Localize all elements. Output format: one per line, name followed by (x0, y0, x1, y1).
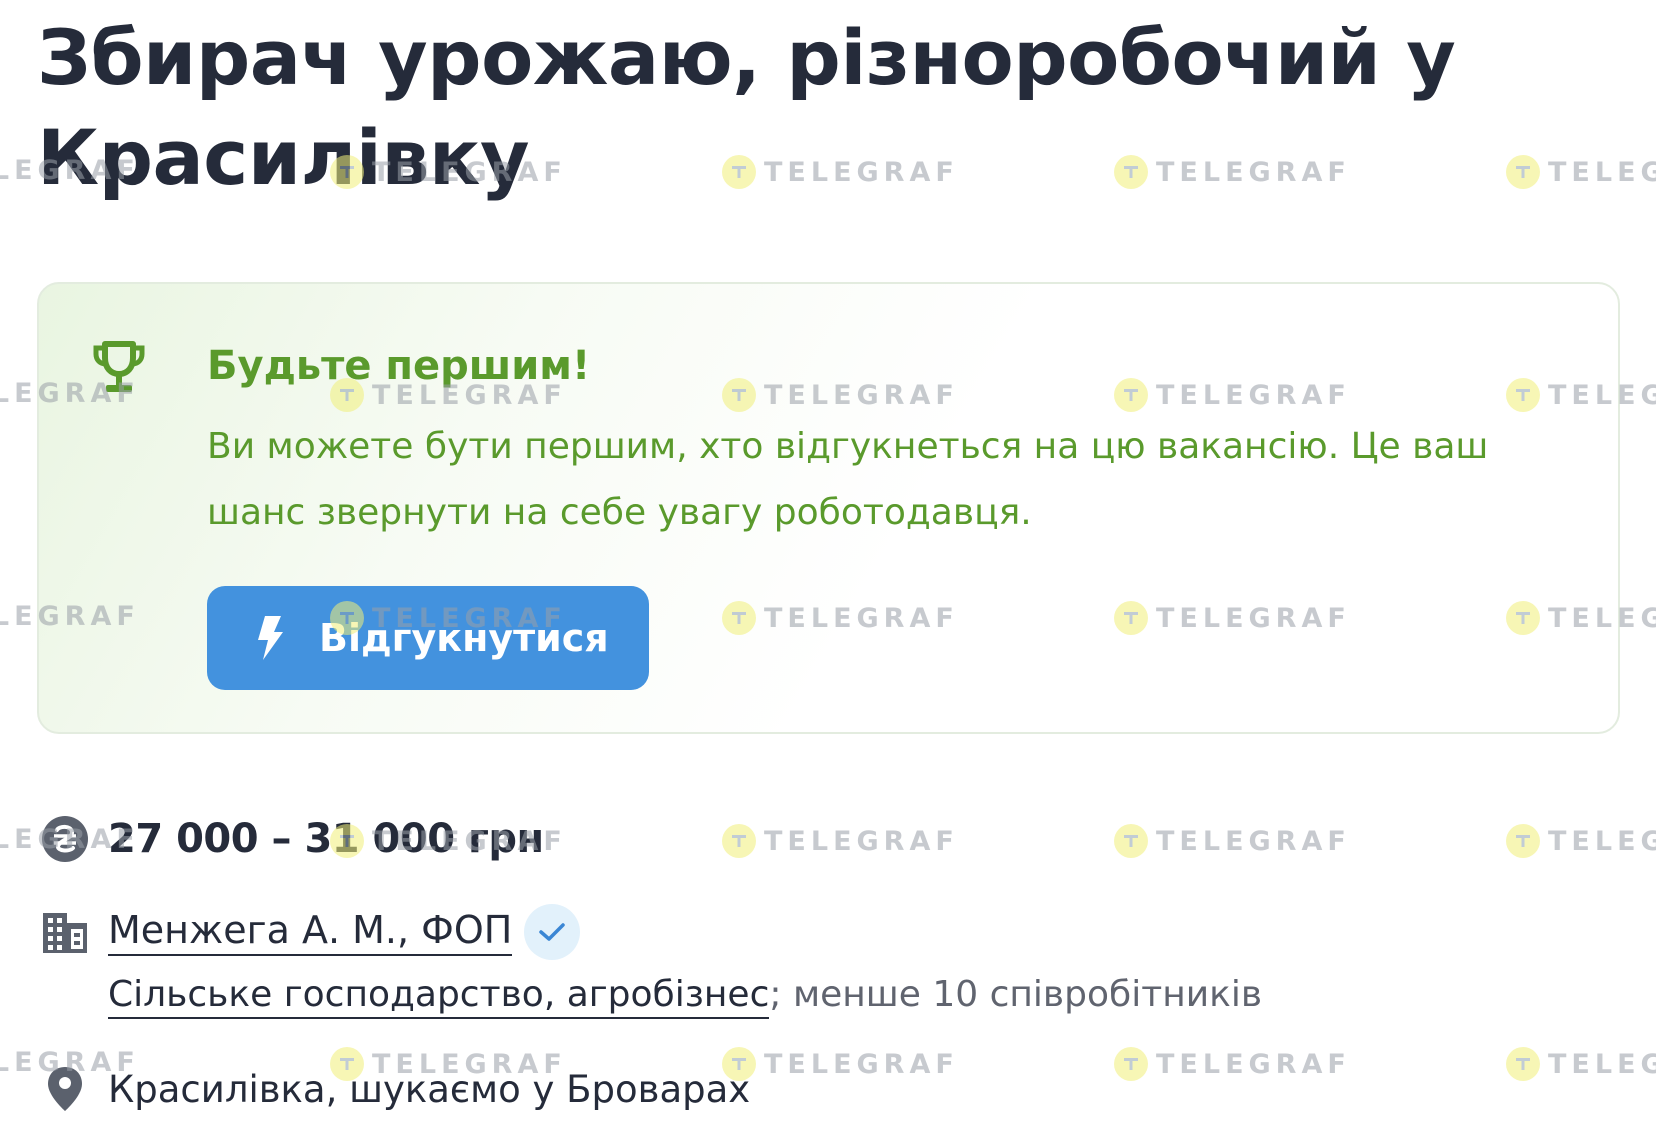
telegraf-watermark: TELEGRAF (1114, 1047, 1351, 1081)
industry-link[interactable]: Сільське господарство, агробізнес (108, 974, 770, 1019)
hryvnia-icon (42, 816, 88, 862)
be-first-text: Ви можете бути першим, хто відгукнеться … (207, 426, 1489, 533)
telegraf-watermark-text: TELEGRAF (764, 825, 959, 857)
vacancy-page: Збирач урожаю, різноробочий у Красилівку… (0, 0, 1656, 1122)
telegraf-watermark-text: TELEGRAF (1548, 825, 1656, 857)
telegraf-watermark: TELEGRAF (1506, 155, 1656, 189)
building-icon (43, 913, 87, 953)
salary-row: 27 000 – 31 000 грн (40, 814, 544, 864)
be-first-card: Будьте першим! Ви можете бути першим, хт… (37, 282, 1620, 734)
company-link[interactable]: Менжега А. М., ФОП (108, 908, 513, 956)
company-row: Менжега А. М., ФОП (40, 904, 581, 960)
telegraf-watermark: TELEGRAF (1114, 824, 1351, 858)
telegraf-logo-icon (1506, 824, 1540, 858)
checkmark-icon (539, 923, 566, 941)
salary-value: 27 000 – 31 000 грн (108, 816, 544, 862)
telegraf-watermark: TELEGRAF (1506, 824, 1656, 858)
lightning-icon (258, 616, 283, 660)
location-value: Красилівка, шукаємо у Броварах (108, 1067, 751, 1111)
industry-line: Сільське господарство, агробізнес; менше… (108, 974, 1263, 1019)
telegraf-logo-icon (1114, 1047, 1148, 1081)
telegraf-logo-icon (1114, 824, 1148, 858)
location-pin-icon (48, 1067, 82, 1111)
telegraf-watermark: TELEGRAF (1506, 1047, 1656, 1081)
telegraf-logo-icon (722, 824, 756, 858)
telegraf-watermark-text: TELEGRAF (1156, 825, 1351, 857)
be-first-heading: Будьте першим! (207, 343, 591, 389)
location-row: Красилівка, шукаємо у Броварах (40, 1064, 750, 1114)
verified-badge (524, 904, 581, 960)
telegraf-watermark: TELEGRAF (722, 824, 959, 858)
telegraf-watermark-text: TELEGRAF (764, 1048, 959, 1080)
telegraf-watermark-text: TELEGRAF (1548, 156, 1656, 188)
apply-button[interactable]: Відгукнутися (207, 586, 649, 690)
telegraf-logo-icon (1506, 1047, 1540, 1081)
telegraf-watermark-text: TELEGRAF (1548, 1048, 1656, 1080)
telegraf-watermark-text: TELEGRAF (1156, 1048, 1351, 1080)
telegraf-logo-icon (1506, 155, 1540, 189)
telegraf-watermark: TELEGRAF (722, 1047, 959, 1081)
company-size: ; менше 10 співробітників (769, 974, 1263, 1015)
trophy-icon (93, 341, 145, 392)
apply-button-label: Відгукнутися (319, 616, 609, 660)
vacancy-title: Збирач урожаю, різноробочий у Красилівку (37, 13, 1456, 202)
